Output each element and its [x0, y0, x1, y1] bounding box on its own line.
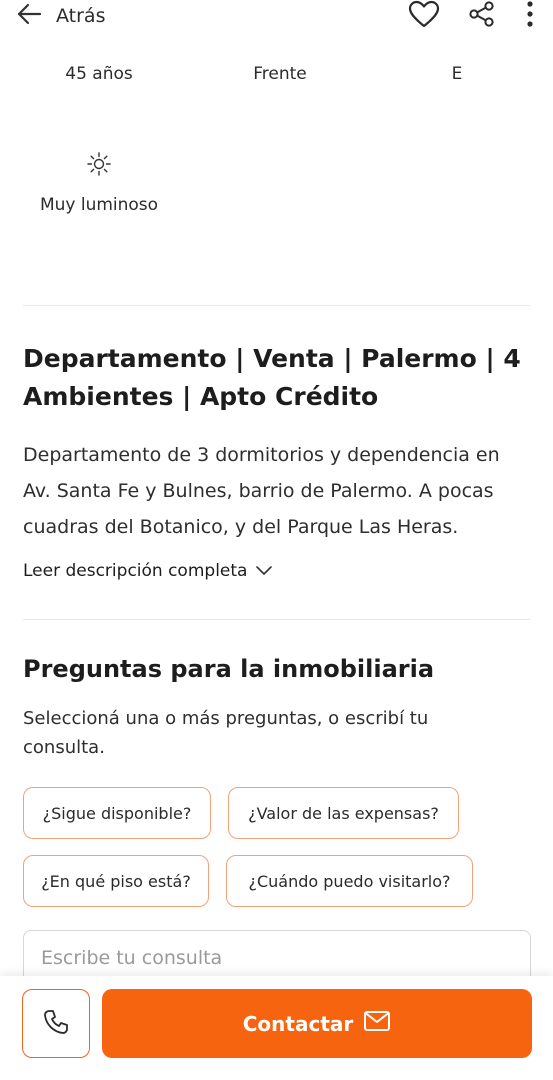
listing-title: Departamento | Venta | Palermo | 4 Ambie…	[23, 344, 521, 411]
bottom-action-bar: Contactar	[0, 976, 553, 1080]
call-button[interactable]	[22, 989, 90, 1058]
read-more-label: Leer descripción completa	[23, 561, 248, 581]
share-icon	[468, 0, 496, 32]
feature-orientation: Frente	[253, 64, 307, 84]
share-button[interactable]	[465, 0, 499, 32]
feature-age: 45 años	[65, 64, 133, 84]
listing-description: Departamento de 3 dormitorios y dependen…	[23, 444, 500, 538]
back-button[interactable]: Atrás	[16, 2, 105, 30]
more-button[interactable]	[523, 0, 537, 32]
divider	[23, 619, 530, 620]
read-more-link[interactable]: Leer descripción completa	[23, 561, 273, 581]
more-vertical-icon	[526, 0, 534, 32]
feature-luminous-label: Muy luminoso	[39, 195, 159, 215]
questions-title: Preguntas para la inmobiliaria	[23, 655, 435, 683]
features-grid: 45 años Frente E	[0, 64, 553, 84]
back-label: Atrás	[56, 5, 106, 27]
questions-subtitle: Seleccioná una o más preguntas, o escrib…	[23, 708, 429, 758]
chip-expenses[interactable]: ¿Valor de las expensas?	[228, 787, 459, 839]
arrow-left-icon	[16, 2, 42, 30]
heart-icon	[408, 0, 440, 32]
chip-visit[interactable]: ¿Cuándo puedo visitarlo?	[226, 855, 473, 907]
chip-still-available[interactable]: ¿Sigue disponible?	[23, 787, 211, 839]
contact-label: Contactar	[242, 1011, 354, 1036]
sun-icon	[86, 152, 112, 181]
feature-luminous: Muy luminoso	[0, 151, 198, 215]
contact-button[interactable]: Contactar	[102, 989, 532, 1058]
phone-icon	[42, 1008, 70, 1040]
chip-floor[interactable]: ¿En qué piso está?	[23, 855, 209, 907]
divider	[23, 305, 530, 306]
top-bar: Atrás	[0, 0, 553, 34]
mail-icon	[363, 1010, 391, 1037]
feature-disposition: E	[451, 64, 463, 84]
favorite-button[interactable]	[407, 0, 441, 32]
message-placeholder: Escribe tu consulta	[41, 947, 223, 969]
chevron-down-icon	[255, 561, 273, 581]
